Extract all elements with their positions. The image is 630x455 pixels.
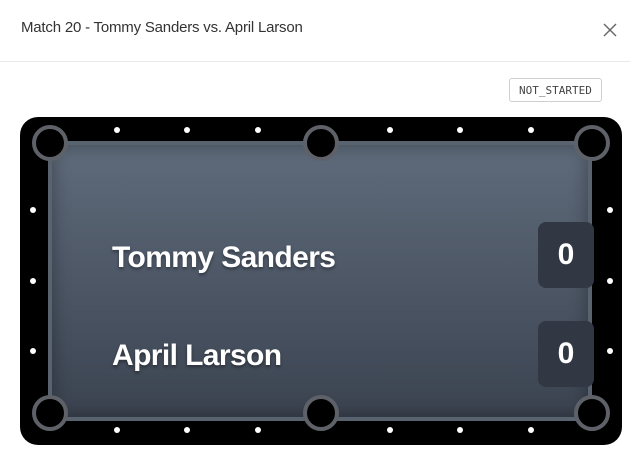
status-badge: NOT_STARTED xyxy=(509,78,602,102)
rail-diamond xyxy=(528,427,534,433)
dialog-title: Match 20 - Tommy Sanders vs. April Larso… xyxy=(21,19,303,36)
dialog-header: Match 20 - Tommy Sanders vs. April Larso… xyxy=(0,0,630,62)
rail-diamond xyxy=(255,427,261,433)
pool-table: Tommy Sanders 0 April Larson 0 xyxy=(20,117,622,445)
rail-diamond xyxy=(528,127,534,133)
rail-diamond xyxy=(457,127,463,133)
rail-diamond xyxy=(387,427,393,433)
player-1-name: Tommy Sanders xyxy=(112,241,336,274)
pocket xyxy=(574,125,610,161)
pocket xyxy=(303,125,339,161)
rail-diamond xyxy=(387,127,393,133)
pocket xyxy=(574,395,610,431)
pocket xyxy=(32,395,68,431)
rail-diamond xyxy=(607,207,613,213)
rail-diamond xyxy=(114,427,120,433)
pocket xyxy=(32,125,68,161)
rail-diamond xyxy=(184,427,190,433)
rail-diamond xyxy=(114,127,120,133)
player-2-score: 0 xyxy=(538,321,594,387)
table-felt: Tommy Sanders 0 April Larson 0 xyxy=(48,141,594,421)
rail-diamond xyxy=(30,207,36,213)
rail-diamond xyxy=(30,348,36,354)
rail-diamond xyxy=(184,127,190,133)
rail-diamond xyxy=(30,278,36,284)
player-1-score: 0 xyxy=(538,222,594,288)
rail-diamond xyxy=(457,427,463,433)
rail-diamond xyxy=(607,348,613,354)
rail-diamond xyxy=(255,127,261,133)
rail-diamond xyxy=(607,278,613,284)
pocket xyxy=(303,395,339,431)
player-2-name: April Larson xyxy=(112,339,282,372)
close-icon[interactable] xyxy=(600,20,620,40)
